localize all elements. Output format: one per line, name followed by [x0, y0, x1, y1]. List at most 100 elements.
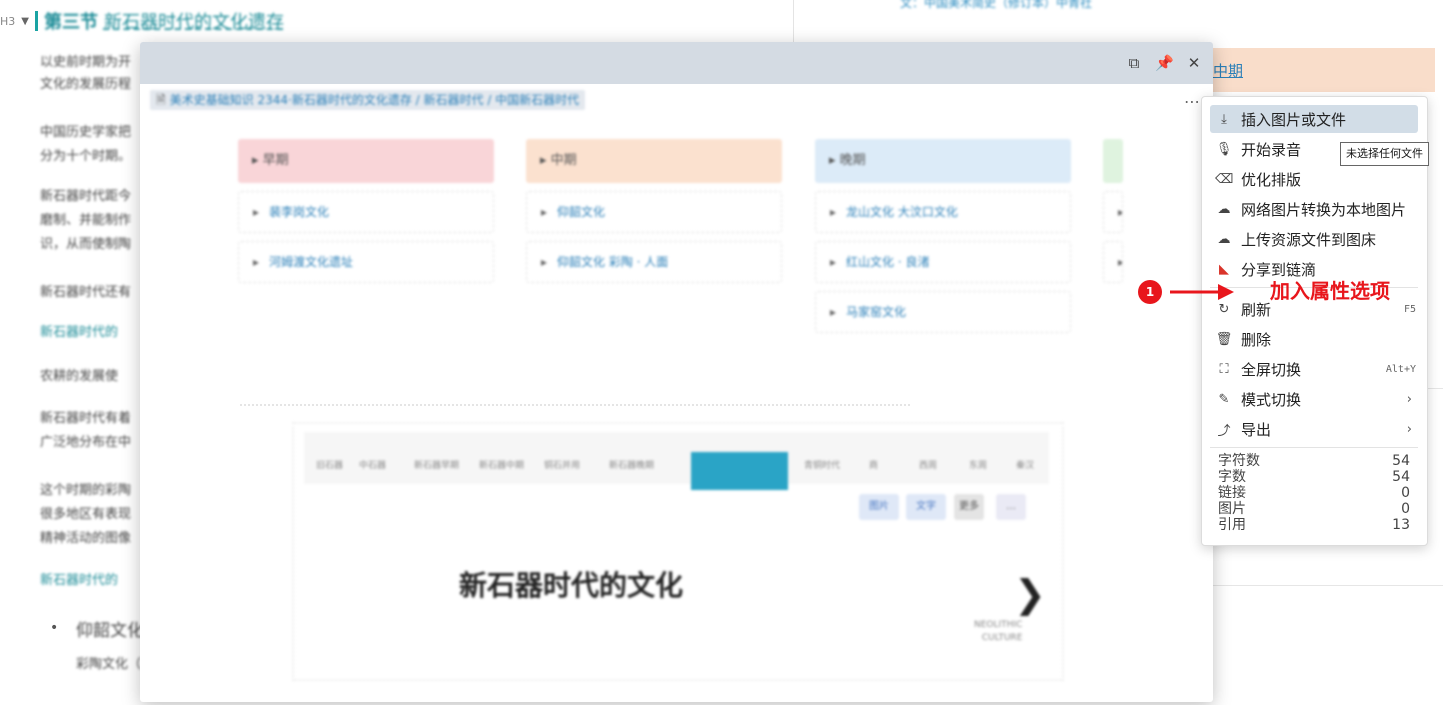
paragraph-line: 新石器时代的 [40, 573, 119, 588]
kanban-column: ▸ 晚期 ▸ 龙山文化 大汶口文化 ▸ 红山文化 · 良渚 ▸ 马家窑文化 [815, 139, 1071, 333]
paragraph-line: 新石器时代的 [40, 325, 119, 340]
annotation-arrow-icon [1170, 284, 1234, 300]
shortcut-label: F5 [1403, 303, 1416, 315]
floating-preview-window: ⧉ 📌 ✕ 🗎 美术史基础知识 2344·新石器时代的文化遗存 / 新石器时代 /… [140, 42, 1213, 702]
menu-item-export[interactable]: ⤴ 导出 › [1210, 415, 1418, 443]
next-slide-arrow-icon[interactable]: ❯ [1014, 574, 1046, 614]
restore-window-icon[interactable]: ⧉ [1125, 54, 1143, 72]
paragraph-line: 新石器时代距今 [40, 189, 132, 204]
cloud-download-icon: ☁ [1217, 201, 1231, 217]
embed-button[interactable]: 文字 [906, 494, 946, 520]
kanban-column: ▸ 早期 ▸ 裴李岗文化 ▸ 河姆渡文化遗址 [238, 139, 494, 283]
timeline-label: 西周 [919, 461, 938, 471]
menu-item-fullscreen[interactable]: ⛶ 全屏切换 Alt+Y [1210, 355, 1418, 383]
pin-icon[interactable]: 📌 [1155, 54, 1174, 72]
kanban-card[interactable]: ▸ 裴李岗文化 [238, 191, 494, 233]
more-options-icon[interactable]: ⋯ [1184, 92, 1201, 111]
pencil-icon: ✎ [1218, 391, 1230, 407]
slide-title: 新石器时代的文化 [459, 569, 684, 602]
shortcut-label: Alt+Y [1385, 363, 1416, 375]
tooltip: 未选择任何文件 [1340, 142, 1429, 166]
menu-item-delete[interactable]: 🗑 删除 [1210, 325, 1418, 353]
kanban-card[interactable]: ▸ 河姆渡文化遗址 [238, 241, 494, 283]
heading-title-section: 第三节 [43, 12, 98, 33]
menu-item-upload-assets[interactable]: ☁ 上传资源文件到图床 [1210, 225, 1418, 253]
kanban-card[interactable]: ▸ 红山文化 · 良渚 [815, 241, 1071, 283]
heading-level-badge[interactable]: H3 [0, 15, 15, 28]
menu-separator [1210, 447, 1418, 448]
menu-item-mode-switch[interactable]: ✎ 模式切换 › [1210, 385, 1418, 413]
kanban-card[interactable]: ▸ 仰韶文化 彩陶 · 人面 [526, 241, 782, 283]
breadcrumb-text: 美术史基础知识 2344·新石器时代的文化遗存 / 新石器时代 / 中国新石器时… [169, 93, 580, 107]
right-card-label[interactable]: 中期 [1213, 60, 1243, 81]
window-titlebar[interactable]: ⧉ 📌 ✕ [140, 42, 1213, 84]
embed-button[interactable]: 更多 [954, 494, 984, 520]
kanban-card[interactable]: ▸ [1103, 241, 1123, 283]
timeline-label: 东周 [969, 461, 988, 471]
eraser-icon: ⌫ [1215, 171, 1234, 187]
download-icon: ⤓ [1221, 111, 1227, 127]
stat-row-references: 引用 13 [1218, 517, 1410, 533]
pane-divider [793, 0, 794, 42]
breadcrumb[interactable]: 🗎 美术史基础知识 2344·新石器时代的文化遗存 / 新石器时代 / 中国新石器… [150, 90, 586, 110]
kanban-header[interactable]: ▸ 早期 [238, 139, 494, 183]
timeline-label: 新石器晚期 [609, 461, 655, 471]
embed-button[interactable]: 图片 [859, 494, 899, 520]
menu-item-convert-network-images[interactable]: ☁ 网络图片转换为本地图片 [1210, 195, 1418, 223]
kanban-card[interactable]: ▸ 龙山文化 大汶口文化 [815, 191, 1071, 233]
menu-item-optimize-typesetting[interactable]: ⌫ 优化排版 [1210, 165, 1418, 193]
timeline-label: 铜石并用 [544, 461, 581, 471]
export-icon: ⤴ [1217, 423, 1231, 439]
trash-icon: 🗑 [1215, 331, 1233, 347]
paragraph-line: 文化的发展历程 [40, 77, 132, 92]
timeline-label: 新石器早期 [414, 461, 460, 471]
paragraph-line: 农耕的发展使 [40, 369, 119, 384]
list-bullet-icon: • [50, 620, 59, 636]
stat-row-words: 字数 54 [1218, 469, 1410, 485]
timeline-label: 新石器中期 [479, 461, 525, 471]
timeline-label: 秦汉 [1016, 461, 1035, 471]
heading-accent-bar [34, 11, 38, 31]
paragraph-line: 新石器时代有着 [40, 411, 132, 426]
paragraph-line: 分为十个时期。 [40, 149, 132, 164]
paragraph-line: 以史前时期为开 [40, 55, 132, 70]
document-icon: 🗎 [156, 93, 166, 107]
doc-heading: H3 ▼ 第三节 新石器时代的文化遗存 [0, 8, 284, 34]
cloud-upload-icon: ☁ [1217, 231, 1231, 247]
kanban-card[interactable]: ▸ 仰韶文化 [526, 191, 782, 233]
timeline-active-segment[interactable] [691, 452, 788, 490]
right-card: 中期 [1213, 48, 1435, 92]
timeline-label: 青铜时代 [804, 461, 841, 471]
chevron-right-icon: › [1406, 421, 1412, 437]
stat-row-characters: 字符数 54 [1218, 453, 1410, 469]
timeline-label: 商 [869, 461, 879, 471]
kanban-header[interactable]: ▸ 中期 [526, 139, 782, 183]
embedded-slide[interactable]: 旧石器 中石器 新石器早期 新石器中期 铜石并用 新石器晚期 青铜时代 商 西周… [292, 422, 1064, 681]
annotation-text: 加入属性选项 [1270, 279, 1390, 303]
stat-row-images: 图片 0 [1218, 501, 1410, 517]
paragraph-line: 精神活动的图像 [40, 531, 132, 546]
menu-item-insert-file[interactable]: ⤓ 插入图片或文件 [1210, 105, 1418, 133]
right-divider [1213, 585, 1443, 586]
kanban-header[interactable] [1103, 139, 1123, 183]
paragraph-line: 这个时期的彩陶 [40, 483, 132, 498]
lianke-logo-icon: ◣ [1219, 261, 1229, 277]
fullscreen-icon: ⛶ [1219, 361, 1229, 377]
collapse-caret-icon[interactable]: ▼ [21, 16, 29, 27]
chevron-right-icon: › [1406, 391, 1412, 407]
kanban-card[interactable]: ▸ [1103, 191, 1123, 233]
timeline-bar: 旧石器 中石器 新石器早期 新石器中期 铜石并用 新石器晚期 青铜时代 商 西周… [304, 432, 1049, 490]
kanban-header[interactable]: ▸ 晚期 [815, 139, 1071, 183]
close-icon[interactable]: ✕ [1185, 54, 1203, 72]
paragraph-line: 磨制、并能制作 [40, 213, 132, 228]
timeline-label: 中石器 [359, 461, 387, 471]
paragraph-line: 中国历史学家把 [40, 125, 132, 140]
slide-caption: NEOLITHIC CULTURE [974, 620, 1023, 643]
paragraph-line: 识，从而使制陶 [40, 237, 132, 252]
paragraph-line: 新石器时代还有 [40, 285, 132, 300]
heading-title-main: 新石器时代的文化遗存 [103, 12, 284, 33]
kanban-card[interactable]: ▸ 马家窑文化 [815, 291, 1071, 333]
paragraph-line: 很多地区有表现 [40, 507, 132, 522]
microphone-icon: 🎙 [1215, 141, 1233, 157]
embed-button[interactable]: … [996, 494, 1026, 520]
